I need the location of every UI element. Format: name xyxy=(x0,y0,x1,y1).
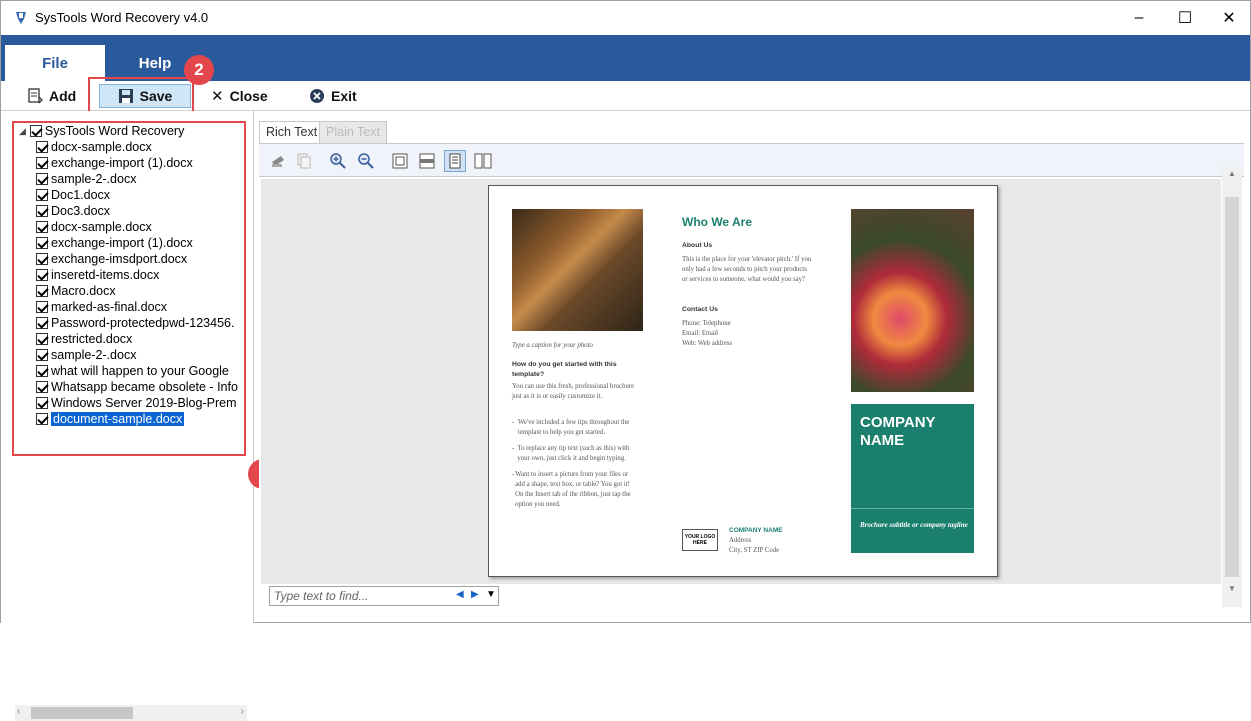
zoom-in-icon[interactable] xyxy=(327,150,349,172)
close-label: Close xyxy=(229,88,268,104)
step-badge-2: 2 xyxy=(184,55,214,85)
address-line: Address xyxy=(729,537,752,544)
scroll-up-icon[interactable]: ▲ xyxy=(1228,169,1236,178)
find-text-input[interactable]: Type text to find... xyxy=(269,586,499,606)
single-page-icon[interactable] xyxy=(444,150,466,172)
exit-label: Exit xyxy=(331,88,357,104)
scroll-thumb[interactable] xyxy=(1225,197,1239,577)
scroll-left-icon[interactable]: ‹ xyxy=(17,706,20,717)
brochure-subtitle: Brochure subtitle or company tagline xyxy=(860,521,968,529)
logo-placeholder: YOUR LOGO HERE xyxy=(682,529,718,551)
tip-bullet: Want to insert a picture from your files… xyxy=(515,471,631,508)
contact-us-title: Contact Us xyxy=(682,306,718,313)
fit-width-icon[interactable] xyxy=(416,150,438,172)
scroll-thumb[interactable] xyxy=(31,707,133,719)
address-lines: Address City, ST ZIP Code xyxy=(729,536,779,556)
find-options-icon[interactable]: ▼ xyxy=(486,589,496,600)
company-name-big: COMPANY NAME xyxy=(860,414,936,449)
tab-rich-text[interactable]: Rich Text xyxy=(259,121,325,143)
about-us-title: About Us xyxy=(682,242,713,249)
tips-list: - We've included a few tips throughout th… xyxy=(512,418,637,510)
vertical-scrollbar[interactable]: ▲ ▼ xyxy=(1222,167,1242,607)
close-x-icon: ✕ xyxy=(211,88,224,105)
horizontal-scrollbar[interactable]: ‹ › xyxy=(15,705,247,721)
find-previous-icon[interactable]: ◀ xyxy=(456,589,464,600)
window-title: SysTools Word Recovery v4.0 xyxy=(35,10,209,25)
save-highlight-box xyxy=(88,77,194,113)
close-window-button[interactable]: ✕ xyxy=(1206,1,1251,35)
contact-lines: Phone: Telephone Email: Email Web: Web a… xyxy=(682,319,732,349)
brochure-photo-shop xyxy=(512,209,643,331)
document-page: Type a caption for your photo How do you… xyxy=(488,185,998,577)
document-viewer: Rich Text Plain Text Type a caption for … xyxy=(259,119,1244,613)
menu-tab-file[interactable]: File xyxy=(5,45,105,81)
add-file-icon xyxy=(27,88,43,104)
company-panel: COMPANY NAME Brochure subtitle or compan… xyxy=(851,404,974,553)
tree-highlight-box xyxy=(12,121,246,456)
panel-divider xyxy=(851,508,974,509)
contact-phone: Phone: Telephone xyxy=(682,320,731,327)
tab-plain-text[interactable]: Plain Text xyxy=(319,121,387,143)
close-button[interactable]: ✕ Close xyxy=(211,84,268,108)
tip-bullet: We've included a few tips throughout the… xyxy=(517,419,630,436)
fit-page-icon[interactable] xyxy=(389,150,411,172)
two-page-icon[interactable] xyxy=(472,150,494,172)
app-window: SysTools Word Recovery v4.0 – ☐ ✕ File H… xyxy=(0,0,1251,721)
contact-web: Web: Web address xyxy=(682,340,733,347)
exit-button[interactable]: Exit xyxy=(309,84,357,108)
title-bar: SysTools Word Recovery v4.0 – ☐ ✕ xyxy=(1,1,1250,35)
getting-started-body: You can use this fresh, professional bro… xyxy=(512,383,635,400)
viewer-toolbar xyxy=(259,143,1244,177)
find-next-icon[interactable]: ▶ xyxy=(471,589,479,600)
who-we-are-title: Who We Are xyxy=(682,215,753,229)
minimize-button[interactable]: – xyxy=(1116,1,1162,35)
brochure-photo-flowers xyxy=(851,209,974,392)
app-logo-icon xyxy=(13,10,29,26)
address-line: City, ST ZIP Code xyxy=(729,547,780,554)
about-us-body: This is the place for your 'elevator pit… xyxy=(682,256,812,283)
maximize-button[interactable]: ☐ xyxy=(1162,1,1208,35)
tip-bullet: To replace any tip text (such as this) w… xyxy=(517,445,630,462)
photo-caption: Type a caption for your photo xyxy=(512,342,593,349)
scroll-right-icon[interactable]: › xyxy=(241,706,244,717)
add-label: Add xyxy=(49,88,77,104)
copy-icon[interactable] xyxy=(293,150,315,172)
scroll-down-icon[interactable]: ▼ xyxy=(1228,584,1236,593)
print-icon[interactable] xyxy=(267,150,289,172)
zoom-out-icon[interactable] xyxy=(355,150,377,172)
add-button[interactable]: Add xyxy=(27,84,76,108)
exit-circle-icon xyxy=(309,88,325,104)
getting-started-title: How do you get started with this templat… xyxy=(512,361,617,378)
contact-email: Email: Email xyxy=(682,330,719,337)
company-name-small: COMPANY NAME xyxy=(729,527,783,534)
